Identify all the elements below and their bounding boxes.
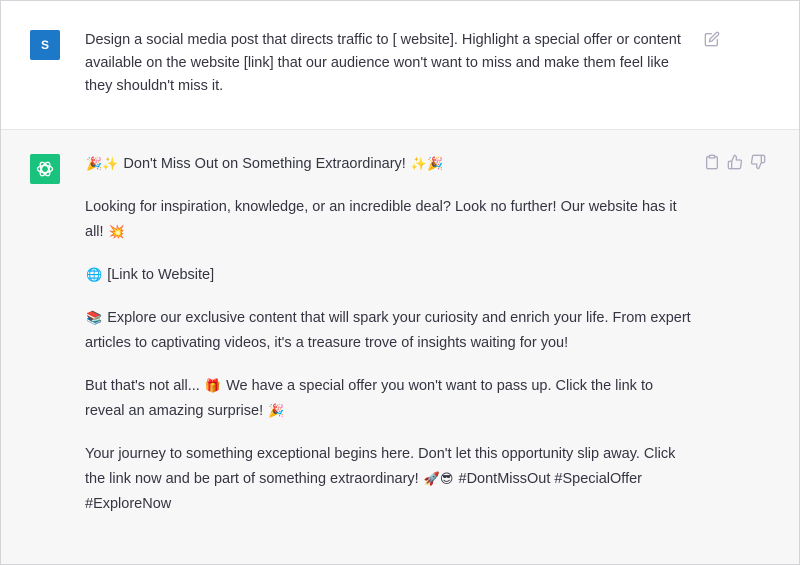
books-emoji: 📚: [86, 311, 103, 326]
thumbs-down-icon[interactable]: [750, 154, 766, 170]
assistant-message-text: 🎉✨ Don't Miss Out on Something Extraordi…: [85, 152, 695, 535]
user-avatar-initial: S: [40, 38, 49, 52]
sparkle-party-emoji: ✨🎉: [410, 157, 444, 172]
message-actions: [704, 154, 766, 170]
post-title: 🎉✨ Don't Miss Out on Something Extraordi…: [85, 152, 695, 177]
thumbs-up-icon[interactable]: [727, 154, 743, 170]
rocket-sunglasses-emoji: 🚀😎: [423, 472, 454, 487]
clipboard-icon[interactable]: [704, 154, 720, 170]
post-title-text: Don't Miss Out on Something Extraordinar…: [123, 156, 406, 172]
chat-window: S Design a social media post that direct…: [0, 0, 800, 565]
paragraph-closing: Your journey to something exceptional be…: [85, 442, 695, 517]
openai-logo-icon: [35, 159, 55, 179]
paragraph-offer-text-a: But that's not all...: [85, 378, 200, 394]
paragraph-link: 🌐 [Link to Website]: [85, 263, 695, 288]
user-avatar: S: [30, 30, 60, 60]
assistant-avatar: [30, 154, 60, 184]
paragraph-intro: Looking for inspiration, knowledge, or a…: [85, 195, 695, 245]
paragraph-offer: But that's not all... 🎁 We have a specia…: [85, 374, 695, 424]
edit-icon[interactable]: [704, 31, 720, 47]
link-placeholder-text: [Link to Website]: [107, 267, 215, 283]
party-sparkle-emoji: 🎉✨: [86, 157, 119, 172]
globe-emoji: 🌐: [86, 268, 103, 283]
paragraph-explore: 📚 Explore our exclusive content that wil…: [85, 306, 695, 356]
party-popper-emoji: 🎉: [268, 404, 285, 419]
paragraph-intro-text: Looking for inspiration, knowledge, or a…: [85, 199, 677, 240]
paragraph-explore-text: Explore our exclusive content that will …: [85, 310, 691, 351]
user-message-text: Design a social media post that directs …: [85, 32, 681, 94]
gift-emoji: 🎁: [204, 379, 222, 394]
assistant-message-block: 🎉✨ Don't Miss Out on Something Extraordi…: [1, 130, 799, 564]
collision-emoji: 💥: [108, 225, 125, 240]
user-message-block: S Design a social media post that direct…: [1, 1, 799, 130]
